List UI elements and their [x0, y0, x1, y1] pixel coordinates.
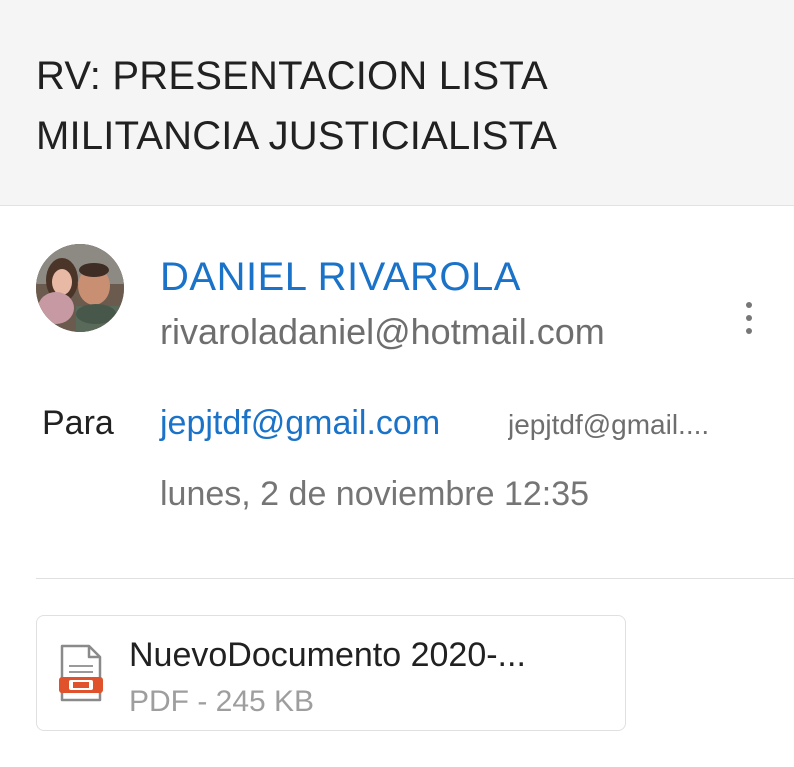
sender-name[interactable]: DANIEL RIVAROLA	[160, 254, 521, 300]
recipient-email[interactable]: jepjtdf@gmail.com	[160, 402, 440, 444]
email-date: lunes, 2 de noviembre 12:35	[160, 475, 590, 513]
divider	[36, 578, 794, 579]
recipient-label: Para	[42, 404, 114, 442]
email-subject: RV: PRESENTACION LISTA MILITANCIA JUSTIC…	[36, 54, 558, 158]
attachment-meta: PDF - 245 KB	[129, 685, 315, 718]
recipient-name: jepjtdf@gmail....	[508, 409, 710, 440]
attachment-card[interactable]: NuevoDocumento 2020-... PDF - 245 KB	[36, 615, 626, 731]
sender-email: rivaroladaniel@hotmail.com	[160, 311, 605, 352]
sender-avatar[interactable]	[36, 244, 124, 332]
pdf-file-icon	[59, 644, 103, 702]
attachment-name: NuevoDocumento 2020-...	[129, 636, 526, 674]
more-vert-icon[interactable]	[734, 298, 764, 338]
avatar-photo	[36, 244, 124, 332]
subject-header: RV: PRESENTACION LISTA MILITANCIA JUSTIC…	[0, 0, 794, 206]
